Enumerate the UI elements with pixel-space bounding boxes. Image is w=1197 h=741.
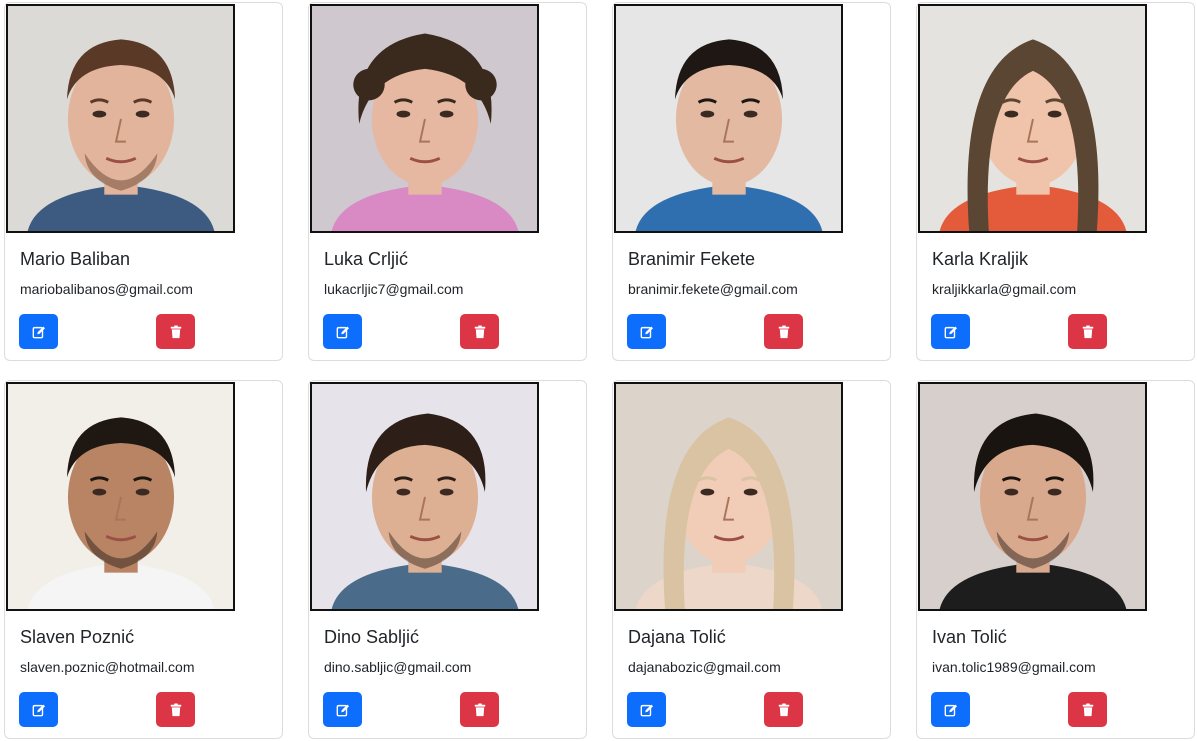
- edit-icon: [336, 704, 349, 716]
- avatar: [6, 382, 235, 611]
- delete-button[interactable]: [460, 692, 499, 727]
- contact-card: Slaven Poznić slaven.poznic@hotmail.com: [4, 380, 283, 739]
- delete-button[interactable]: [764, 692, 803, 727]
- edit-button[interactable]: [627, 692, 666, 727]
- avatar: [6, 4, 235, 233]
- delete-button[interactable]: [460, 314, 499, 349]
- trash-icon: [170, 325, 181, 338]
- contact-name: Ivan Tolić: [932, 627, 1007, 647]
- contact-name: Branimir Fekete: [628, 249, 756, 269]
- contact-email: slaven.poznic@hotmail.com: [20, 659, 195, 675]
- edit-icon: [944, 704, 957, 716]
- contact-name: Dajana Tolić: [628, 627, 726, 647]
- trash-icon: [474, 703, 485, 716]
- trash-icon: [1082, 703, 1093, 716]
- avatar: [310, 4, 539, 233]
- contact-email: lukacrljic7@gmail.com: [324, 281, 464, 297]
- contact-name: Dino Sabljić: [324, 627, 420, 647]
- contact-email: dajanabozic@gmail.com: [628, 659, 781, 675]
- edit-button[interactable]: [323, 314, 362, 349]
- edit-icon: [944, 326, 957, 338]
- delete-button[interactable]: [156, 314, 195, 349]
- contact-email: mariobalibanos@gmail.com: [20, 281, 193, 297]
- edit-icon: [32, 326, 45, 338]
- avatar: [310, 382, 539, 611]
- contact-card: Dino Sabljić dino.sabljic@gmail.com: [308, 380, 587, 739]
- contact-name: Luka Crljić: [324, 249, 409, 269]
- contact-card: Ivan Tolić ivan.tolic1989@gmail.com: [916, 380, 1195, 739]
- avatar: [614, 382, 843, 611]
- contact-card: Luka Crljić lukacrljic7@gmail.com: [308, 2, 587, 361]
- contact-name: Karla Kraljik: [932, 249, 1029, 269]
- avatar: [918, 4, 1147, 233]
- contact-email: branimir.fekete@gmail.com: [628, 281, 798, 297]
- edit-button[interactable]: [323, 692, 362, 727]
- trash-icon: [170, 703, 181, 716]
- avatar: [614, 4, 843, 233]
- delete-button[interactable]: [1068, 314, 1107, 349]
- avatar: [918, 382, 1147, 611]
- trash-icon: [778, 703, 789, 716]
- edit-icon: [336, 326, 349, 338]
- trash-icon: [778, 325, 789, 338]
- contact-card: Mario Baliban mariobalibanos@gmail.com: [4, 2, 283, 361]
- contact-card: Branimir Fekete branimir.fekete@gmail.co…: [612, 2, 891, 361]
- contact-email: kraljikkarla@gmail.com: [932, 281, 1077, 297]
- contact-email: dino.sabljic@gmail.com: [324, 659, 472, 675]
- contact-name: Mario Baliban: [20, 249, 131, 269]
- edit-icon: [640, 326, 653, 338]
- trash-icon: [1082, 325, 1093, 338]
- contact-card: Dajana Tolić dajanabozic@gmail.com: [612, 380, 891, 739]
- contact-card: Karla Kraljik kraljikkarla@gmail.com: [916, 2, 1195, 361]
- edit-button[interactable]: [931, 314, 970, 349]
- delete-button[interactable]: [156, 692, 195, 727]
- contact-name: Slaven Poznić: [20, 627, 135, 647]
- trash-icon: [474, 325, 485, 338]
- edit-button[interactable]: [627, 314, 666, 349]
- delete-button[interactable]: [764, 314, 803, 349]
- edit-icon: [640, 704, 653, 716]
- edit-button[interactable]: [931, 692, 970, 727]
- edit-button[interactable]: [19, 692, 58, 727]
- contact-email: ivan.tolic1989@gmail.com: [932, 659, 1096, 675]
- delete-button[interactable]: [1068, 692, 1107, 727]
- edit-icon: [32, 704, 45, 716]
- edit-button[interactable]: [19, 314, 58, 349]
